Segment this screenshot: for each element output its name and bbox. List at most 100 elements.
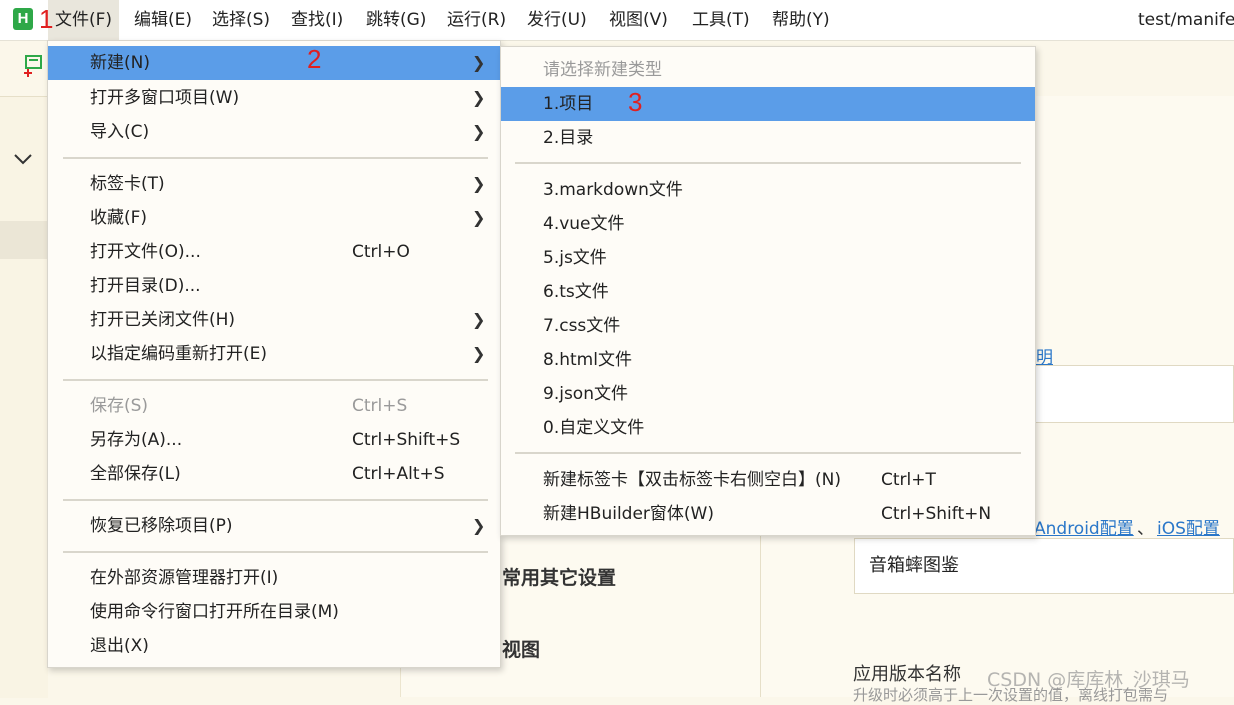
new-submenu: 请选择新建类型 1.项目 2.目录 3.markdown文件 4.vue文件 5…: [500, 46, 1036, 536]
menu-item-label: 2.目录: [543, 128, 594, 148]
menu-item-label: 7.css文件: [543, 316, 621, 336]
menu-item-shortcut: Ctrl+T: [881, 470, 936, 490]
file-menu-item-tabs[interactable]: 标签卡(T) ❯: [48, 167, 500, 201]
file-menu-item-new[interactable]: 新建(N) ❯: [48, 46, 500, 80]
menu-item-label: 在外部资源管理器打开(I): [90, 568, 279, 588]
watermark: CSDN @库库林_沙琪马: [987, 669, 1190, 691]
hbuilder-logo-icon[interactable]: H: [13, 8, 33, 30]
new-submenu-header: 请选择新建类型: [543, 60, 662, 80]
menu-separator: [63, 157, 488, 159]
menu-publish[interactable]: 发行(U): [520, 0, 594, 40]
menu-item-shortcut: Ctrl+S: [352, 396, 408, 416]
submenu-arrow-icon: ❯: [472, 516, 486, 535]
menu-item-label: 恢复已移除项目(P): [90, 516, 233, 536]
file-menu-item-open-cmd[interactable]: 使用命令行窗口打开所在目录(M): [48, 595, 500, 629]
menu-item-label: 打开多窗口项目(W): [90, 88, 240, 108]
submenu-arrow-icon: ❯: [472, 310, 486, 329]
link-separator: 、: [1137, 519, 1154, 539]
menu-find[interactable]: 查找(I): [284, 0, 350, 40]
new-item-js[interactable]: 5.js文件: [501, 241, 1035, 275]
heading-view: 视图: [502, 639, 541, 661]
menu-item-label: 全部保存(L): [90, 464, 181, 484]
menu-item-label: 新建HBuilder窗体(W): [543, 504, 714, 524]
ios-config-link[interactable]: iOS配置: [1157, 514, 1220, 539]
menu-item-shortcut: Ctrl+Shift+N: [881, 504, 992, 524]
menu-item-label: 1.项目: [543, 94, 594, 114]
new-item-custom[interactable]: 0.自定义文件: [501, 411, 1035, 445]
menu-separator: [63, 551, 488, 553]
collapse-chevron-icon[interactable]: [13, 150, 33, 171]
menu-run[interactable]: 运行(R): [440, 0, 513, 40]
submenu-arrow-icon: ❯: [472, 88, 486, 107]
menu-item-label: 打开已关闭文件(H): [90, 310, 236, 330]
editor-divider: [760, 536, 761, 697]
menu-separator: [515, 452, 1021, 454]
file-menu-item-open-in-explorer[interactable]: 在外部资源管理器打开(I): [48, 561, 500, 595]
new-item-hbuilder-window[interactable]: 新建HBuilder窗体(W) Ctrl+Shift+N: [501, 497, 1035, 531]
new-file-toolbar-icon[interactable]: [24, 55, 44, 77]
file-menu-item-save-all[interactable]: 全部保存(L) Ctrl+Alt+S: [48, 457, 500, 491]
menu-item-label: 3.markdown文件: [543, 180, 683, 200]
menu-select[interactable]: 选择(S): [205, 0, 277, 40]
new-item-directory[interactable]: 2.目录: [501, 121, 1035, 155]
file-menu-item-reopen-encoding[interactable]: 以指定编码重新打开(E) ❯: [48, 337, 500, 371]
menu-item-shortcut: Ctrl+O: [352, 242, 410, 262]
new-item-project[interactable]: 1.项目: [501, 87, 1035, 121]
file-menu-item-restore-removed[interactable]: 恢复已移除项目(P) ❯: [48, 509, 500, 543]
menu-item-label: 以指定编码重新打开(E): [90, 344, 268, 364]
menu-item-label: 8.html文件: [543, 350, 632, 370]
menu-item-label: 新建(N): [90, 53, 150, 73]
file-menu-item-save-as[interactable]: 另存为(A)... Ctrl+Shift+S: [48, 423, 500, 457]
file-menu-item-open-file[interactable]: 打开文件(O)... Ctrl+O: [48, 235, 500, 269]
file-menu-item-open-closed[interactable]: 打开已关闭文件(H) ❯: [48, 303, 500, 337]
menu-item-label: 打开目录(D)...: [90, 276, 201, 296]
file-menu-item-open-multi-window[interactable]: 打开多窗口项目(W) ❯: [48, 81, 500, 115]
menu-item-label: 5.js文件: [543, 248, 607, 268]
submenu-arrow-icon: ❯: [472, 344, 486, 363]
file-menu-item-save[interactable]: 保存(S) Ctrl+S: [48, 389, 500, 423]
file-menu-item-exit[interactable]: 退出(X): [48, 629, 500, 663]
menu-item-label: 6.ts文件: [543, 282, 609, 302]
submenu-arrow-icon: ❯: [472, 208, 486, 227]
menu-item-label: 保存(S): [90, 396, 149, 416]
annotation-step-1: 1: [39, 4, 54, 34]
menu-item-label: 0.自定义文件: [543, 418, 645, 438]
menu-tools[interactable]: 工具(T): [685, 0, 757, 40]
new-item-ts[interactable]: 6.ts文件: [501, 275, 1035, 309]
file-menu-item-favorites[interactable]: 收藏(F) ❯: [48, 201, 500, 235]
menu-separator: [63, 379, 488, 381]
menu-file[interactable]: 文件(F): [48, 0, 120, 40]
menu-item-label: 标签卡(T): [90, 174, 165, 194]
file-menu: 新建(N) ❯ 打开多窗口项目(W) ❯ 导入(C) ❯ 标签卡(T) ❯ 收藏…: [47, 40, 501, 668]
new-item-json[interactable]: 9.json文件: [501, 377, 1035, 411]
left-panel-selected-row[interactable]: [0, 221, 48, 259]
menu-item-label: 9.json文件: [543, 384, 628, 404]
file-menu-item-open-dir[interactable]: 打开目录(D)...: [48, 269, 500, 303]
new-item-vue[interactable]: 4.vue文件: [501, 207, 1035, 241]
menubar: H 文件(F) 编辑(E) 选择(S) 查找(I) 跳转(G) 运行(R) 发行…: [0, 0, 1234, 41]
new-item-html[interactable]: 8.html文件: [501, 343, 1035, 377]
menu-item-label: 打开文件(O)...: [90, 242, 201, 262]
submenu-arrow-icon: ❯: [472, 174, 486, 193]
menu-edit[interactable]: 编辑(E): [127, 0, 199, 40]
app-name-field[interactable]: 音箱蟀图鉴: [854, 538, 1234, 594]
new-item-css[interactable]: 7.css文件: [501, 309, 1035, 343]
menu-item-label: 使用命令行窗口打开所在目录(M): [90, 602, 339, 622]
menu-item-label: 导入(C): [90, 122, 150, 142]
annotation-step-2: 2: [307, 44, 322, 74]
window-title: test/manife: [1138, 10, 1234, 30]
annotation-step-3: 3: [628, 87, 643, 117]
menu-goto[interactable]: 跳转(G): [359, 0, 433, 40]
menu-item-shortcut: Ctrl+Shift+S: [352, 430, 461, 450]
submenu-arrow-icon: ❯: [472, 122, 486, 141]
android-config-link[interactable]: Android配置: [1034, 514, 1134, 539]
menu-item-label: 4.vue文件: [543, 214, 625, 234]
menu-separator: [515, 162, 1021, 164]
left-panel: [0, 96, 48, 698]
menu-view[interactable]: 视图(V): [602, 0, 675, 40]
heading-other-settings: 常用其它设置: [502, 567, 617, 589]
new-item-markdown[interactable]: 3.markdown文件: [501, 173, 1035, 207]
file-menu-item-import[interactable]: 导入(C) ❯: [48, 115, 500, 149]
menu-help[interactable]: 帮助(Y): [765, 0, 837, 40]
new-item-tab[interactable]: 新建标签卡【双击标签卡右侧空白】(N) Ctrl+T: [501, 463, 1035, 497]
